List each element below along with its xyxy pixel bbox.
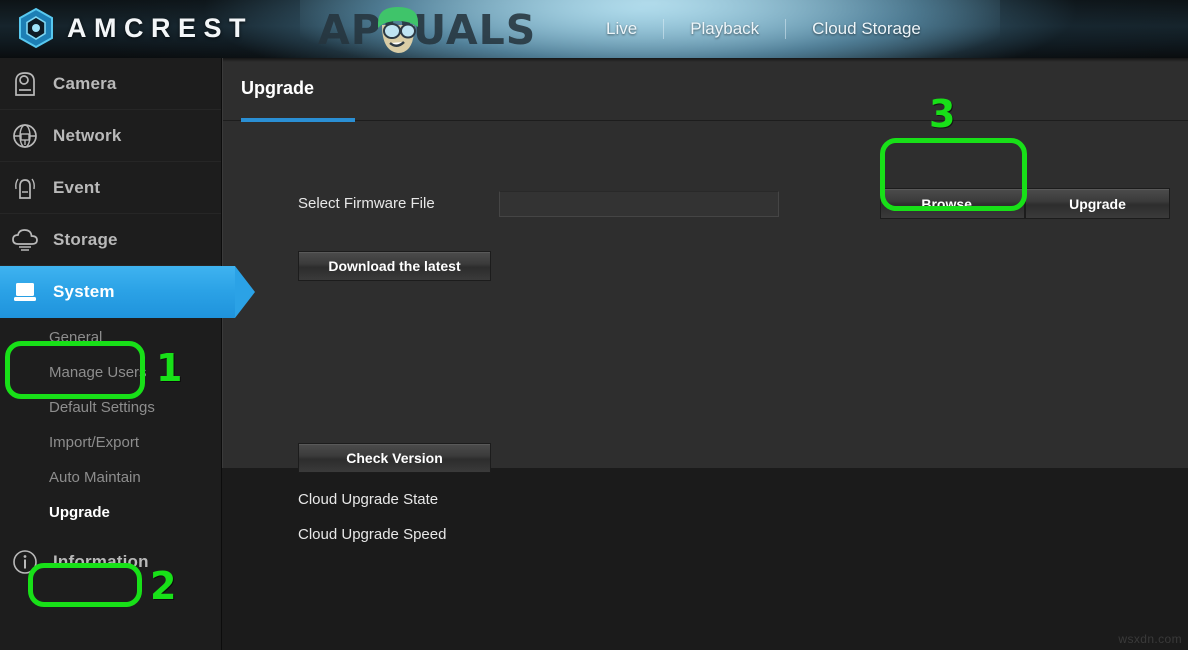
firmware-row: Select Firmware File Browse... Upgrade <box>223 150 1188 219</box>
main-content-panel: Upgrade Select Firmware File Browse... U… <box>222 58 1188 543</box>
network-globe-icon <box>10 121 40 151</box>
sidebar-subitem-auto-maintain[interactable]: Auto Maintain <box>0 460 221 495</box>
cloud-upgrade-speed-label: Cloud Upgrade Speed <box>298 526 447 543</box>
sidebar-item-label: Event <box>53 177 101 197</box>
camera-icon <box>10 69 40 99</box>
upgrade-form: Select Firmware File Browse... Upgrade D… <box>223 121 1188 543</box>
amcrest-hexagon-logo <box>19 7 53 49</box>
sidebar-subitem-general[interactable]: General <box>0 320 221 355</box>
sidebar-submenu-system: General Manage Users Default Settings Im… <box>0 318 221 530</box>
sidebar-item-label: Camera <box>53 73 117 93</box>
sidebar-item-information[interactable]: Information <box>0 536 221 588</box>
tab-strip: Upgrade <box>223 58 1188 122</box>
annotation-number-1: 1 <box>156 346 183 390</box>
appuals-mascot-icon <box>378 7 418 53</box>
storage-cloud-icon <box>10 225 40 255</box>
check-version-button[interactable]: Check Version <box>298 443 491 473</box>
download-row: Download the latest <box>223 186 1188 281</box>
sidebar-item-network[interactable]: Network <box>0 110 221 162</box>
top-navigation: Live Playback Cloud Storage <box>580 0 947 58</box>
tab-upgrade[interactable]: Upgrade <box>241 78 314 99</box>
cloud-row: Check Version Cloud Upgrade State Cloud … <box>223 222 1188 543</box>
event-alarm-icon <box>10 173 40 203</box>
sidebar-item-camera[interactable]: Camera <box>0 58 221 110</box>
sidebar-item-storage[interactable]: Storage <box>0 214 221 266</box>
sidebar-item-system[interactable]: System <box>0 266 255 318</box>
topnav-item-cloud-storage[interactable]: Cloud Storage <box>786 19 947 39</box>
sidebar-subitem-import-export[interactable]: Import/Export <box>0 425 221 460</box>
sidebar-subitem-default-settings[interactable]: Default Settings <box>0 390 221 425</box>
cloud-upgrade-state-label: Cloud Upgrade State <box>298 491 439 508</box>
brand-name: AMCREST <box>67 12 253 43</box>
topnav-item-live[interactable]: Live <box>580 19 663 39</box>
sidebar-subitem-manage-users[interactable]: Manage Users <box>0 355 221 390</box>
sidebar-item-event[interactable]: Event <box>0 162 221 214</box>
annotation-number-3: 3 <box>929 92 956 136</box>
topnav-item-playback[interactable]: Playback <box>664 19 785 39</box>
sidebar-item-label: Information <box>53 552 149 571</box>
appuals-watermark: APPUALS <box>318 2 543 58</box>
sidebar-item-label: Network <box>53 125 122 145</box>
information-circle-icon <box>10 547 40 577</box>
annotation-number-2: 2 <box>150 564 177 608</box>
sidebar-subitem-upgrade[interactable]: Upgrade <box>0 495 221 530</box>
system-monitor-icon <box>10 277 40 307</box>
sidebar: Camera Network Event Storage System Gene… <box>0 58 255 650</box>
top-header-bar: AMCREST APPUALS Live Playback Cloud Stor… <box>0 0 1188 58</box>
sidebar-item-label: Storage <box>53 229 118 249</box>
sidebar-item-label: System <box>53 282 115 301</box>
appuals-text: APPUALS <box>318 6 537 54</box>
amcrest-web-ui: AMCREST APPUALS Live Playback Cloud Stor… <box>0 0 1188 650</box>
page-watermark: wsxdn.com <box>1118 632 1182 646</box>
brand-logo[interactable]: AMCREST <box>16 6 253 50</box>
